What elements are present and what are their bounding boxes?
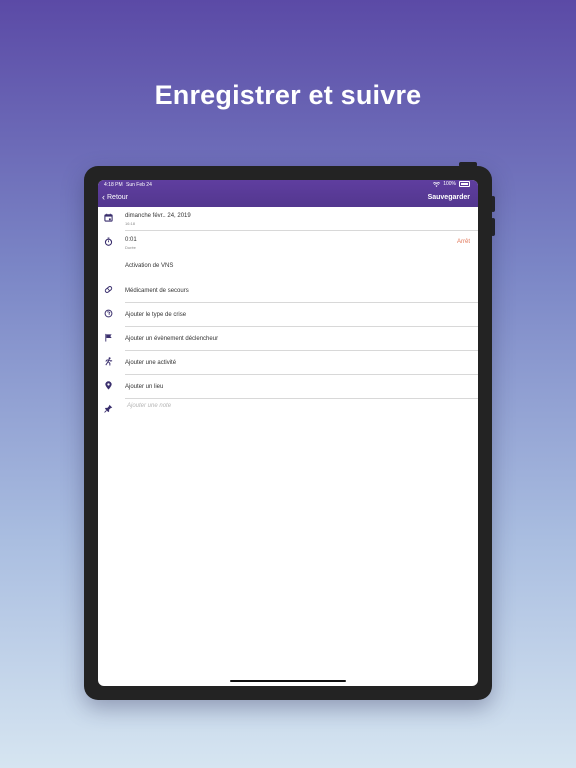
wifi-icon — [433, 181, 441, 187]
location-label: Ajouter un lieu — [125, 384, 164, 390]
pill-icon — [104, 286, 113, 293]
stop-button[interactable]: Arrêt — [457, 239, 470, 245]
page-headline: Enregistrer et suivre — [154, 80, 422, 110]
seizure-type-label: Ajouter le type de crise — [125, 312, 187, 318]
vns-row[interactable]: Activation de VNS — [98, 255, 478, 279]
chevron-left-icon: ‹ — [102, 192, 105, 202]
activity-label: Ajouter une activité — [125, 360, 177, 366]
battery-icon — [459, 181, 470, 187]
save-button[interactable]: Sauvegarder — [428, 194, 470, 201]
status-date: Sun Feb 24 — [126, 182, 152, 188]
tablet-screen: 4:18 PM Sun Feb 24 100% ‹ Retour Sauvega… — [98, 180, 478, 686]
brain-icon — [104, 309, 113, 318]
battery-percent: 100% — [443, 181, 456, 187]
navigation-bar: 4:18 PM Sun Feb 24 100% ‹ Retour Sauvega… — [98, 180, 478, 207]
date-row[interactable]: dimanche févr.. 24, 2019 16:18 — [98, 207, 478, 231]
rescue-medication-label: Médicament de secours — [125, 288, 189, 294]
pushpin-icon — [104, 404, 113, 413]
event-time: 16:18 — [125, 221, 136, 226]
flag-icon — [105, 333, 112, 342]
note-row[interactable]: Ajouter une note — [98, 399, 478, 423]
location-pin-icon — [105, 381, 112, 390]
vns-label: Activation de VNS — [125, 263, 174, 269]
back-label: Retour — [107, 194, 129, 201]
note-input[interactable]: Ajouter une note — [127, 403, 171, 409]
trigger-label: Ajouter un évènement déclencheur — [125, 336, 219, 342]
duration-row: 0:01 Durée Arrêt — [98, 231, 478, 255]
stopwatch-icon — [104, 237, 113, 246]
event-date: dimanche févr.. 24, 2019 — [125, 213, 191, 219]
status-time: 4:18 PM — [104, 182, 123, 188]
duration-value: 0:01 — [125, 237, 137, 243]
back-button[interactable]: ‹ Retour — [102, 192, 129, 202]
running-icon — [105, 357, 113, 366]
location-row[interactable]: Ajouter un lieu — [98, 375, 478, 399]
trigger-row[interactable]: Ajouter un évènement déclencheur — [98, 327, 478, 351]
status-indicators: 100% — [433, 181, 470, 187]
seizure-type-row[interactable]: Ajouter le type de crise — [98, 303, 478, 327]
activity-row[interactable]: Ajouter une activité — [98, 351, 478, 375]
tablet-frame: 4:18 PM Sun Feb 24 100% ‹ Retour Sauvega… — [84, 166, 492, 700]
home-indicator — [230, 680, 346, 682]
rescue-medication-row[interactable]: Médicament de secours — [98, 279, 478, 303]
calendar-icon — [104, 213, 113, 222]
duration-label: Durée — [125, 245, 136, 250]
